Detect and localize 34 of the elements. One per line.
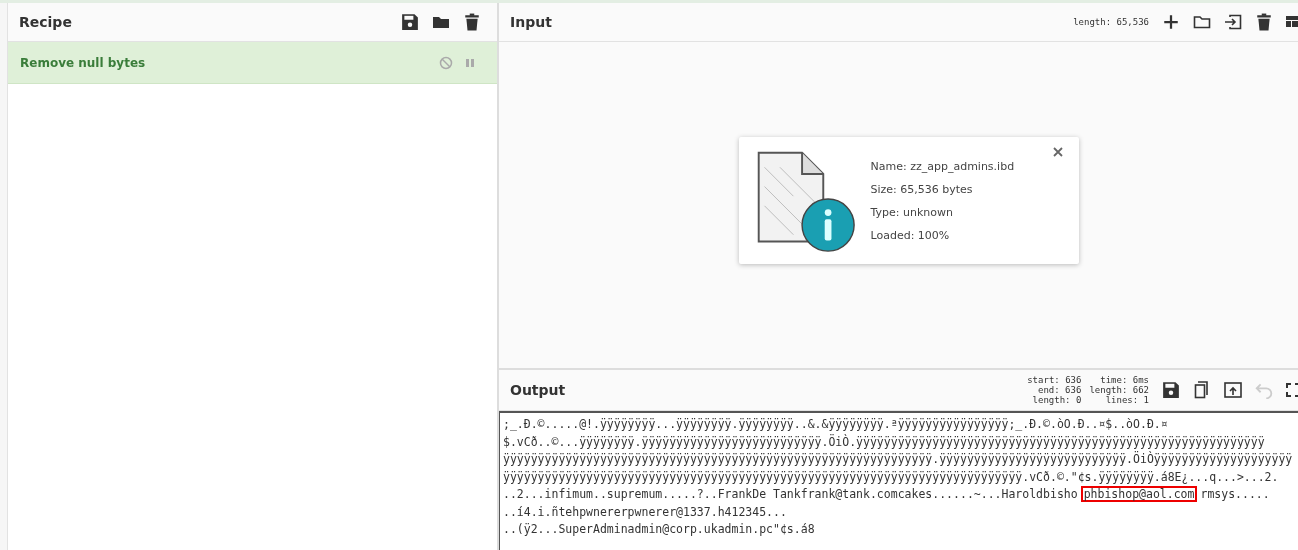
plus-icon[interactable] — [1162, 13, 1180, 31]
output-stat: length: 0 — [1032, 395, 1082, 405]
file-name: Name: zz_app_admins.ibd — [870, 159, 1015, 173]
output-stat: lines: 1 — [1105, 395, 1149, 405]
output-text: rmsys..... — [1200, 487, 1270, 501]
output-stat: time: 6ms — [1100, 375, 1149, 385]
highlighted-text: phbishop@aol.com — [1080, 486, 1198, 502]
folder-icon[interactable] — [1193, 13, 1211, 31]
file-size: Size: 65,536 bytes — [870, 182, 974, 196]
copy-icon[interactable] — [1193, 381, 1211, 399]
output-title: Output — [510, 382, 566, 398]
output-text: ;_.Đ.©.....@!.ÿÿÿÿÿÿÿÿ...ÿÿÿÿÿÿÿÿ.ÿÿÿÿÿÿÿÿ..&.&ÿÿÿÿÿÿÿÿ.ªÿÿÿÿÿÿÿÿÿÿÿÿÿÿÿÿ;_.Đ.©.òO.Đ..¤$..òO.Đ.¤ — [503, 417, 1168, 431]
output-stat: start: 636 — [1027, 375, 1082, 385]
input-title: Input — [510, 14, 552, 30]
save-icon[interactable] — [401, 13, 419, 31]
output-text: ..2...infimum..supremum.....?..FrankDe Tankfrank@tank.comcakes......~...Haroldbisho — [503, 487, 1078, 501]
fullscreen-icon[interactable] — [1286, 381, 1298, 399]
output-text: ÿÿÿÿÿÿÿÿÿÿÿÿÿÿÿÿÿÿÿÿÿÿÿÿÿÿÿÿÿÿÿÿÿÿÿÿÿÿÿÿÿÿÿÿÿÿÿÿÿÿÿÿÿÿÿÿÿÿÿÿÿÿÿÿÿÿÿÿÿÿÿÿÿÿÿ.vCð.©."¢s.ÿÿÿÿÿÿÿÿ.á8E¿...q...>...2. — [503, 469, 1279, 484]
output-text: ..(ÿ2...SuperAdminadmin@corp.ukadmin.pc"¢s.á8 — [503, 522, 815, 536]
output-text: $.vCð..©...ÿÿÿÿÿÿÿÿ.ÿÿÿÿÿÿÿÿÿÿÿÿÿÿÿÿÿÿÿÿÿÿÿÿÿÿ.ÖiÒ.ÿÿÿÿÿÿÿÿÿÿÿÿÿÿÿÿÿÿÿÿÿÿÿÿÿÿÿÿÿÿÿÿÿÿÿÿÿÿÿÿÿÿÿÿÿÿÿÿÿÿÿÿÿÿÿÿÿÿÿ — [503, 434, 1265, 449]
trash-icon[interactable] — [463, 13, 481, 31]
file-loaded: Loaded: 100% — [870, 228, 951, 242]
trash-icon[interactable] — [1255, 13, 1273, 31]
input-length: length: 65,536 — [1073, 17, 1149, 27]
output-text: ..í4.i.ñtehpwnererpwnerer@1337.h412345... — [503, 504, 787, 519]
output-text: ÿÿÿÿÿÿÿÿÿÿÿÿÿÿÿÿÿÿÿÿÿÿÿÿÿÿÿÿÿÿÿÿÿÿÿÿÿÿÿÿÿÿÿÿÿÿÿÿÿÿÿÿÿÿÿÿÿÿÿÿÿÿ.ÿÿÿÿÿÿÿÿÿÿÿÿÿÿÿÿÿÿÿÿÿÿÿÿÿÿÿ.ÖiÒÿÿÿÿÿÿÿÿÿÿÿÿÿÿÿÿÿÿÿÿ — [503, 452, 1293, 466]
input-arrow-icon[interactable] — [1224, 13, 1242, 31]
close-icon[interactable] — [1052, 147, 1063, 157]
output-stat: end: 636 — [1038, 385, 1082, 395]
file-type: Type: unknown — [870, 205, 954, 219]
open-in-input-icon[interactable] — [1224, 381, 1242, 399]
output-stat: length: 662 — [1089, 385, 1149, 395]
recipe-title: Recipe — [19, 14, 72, 30]
save-icon[interactable] — [1162, 381, 1180, 399]
